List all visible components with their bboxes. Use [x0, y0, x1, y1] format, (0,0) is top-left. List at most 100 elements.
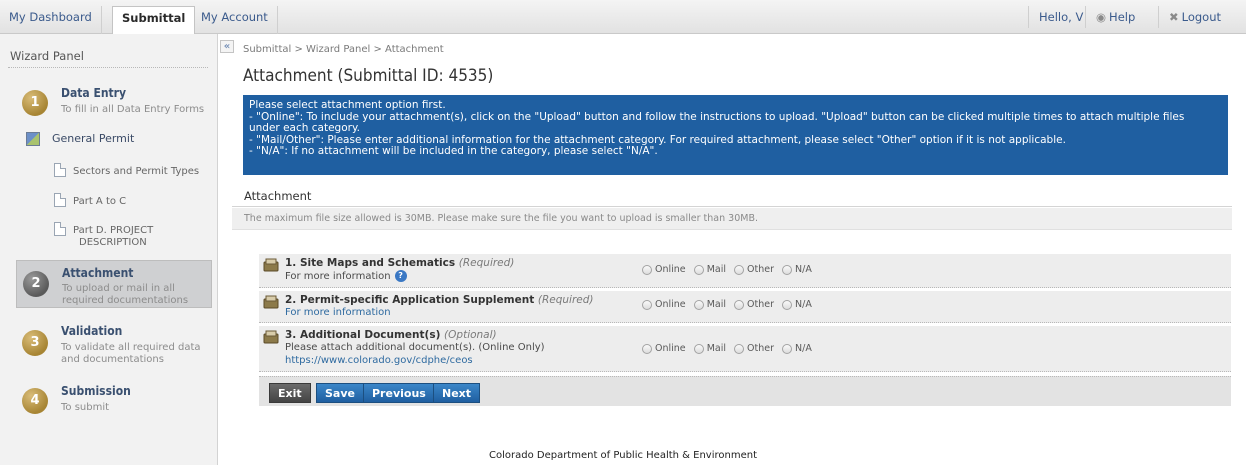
- radio-icon[interactable]: [642, 343, 652, 354]
- logout-icon: ✖: [1169, 10, 1179, 24]
- step-title: Submission: [61, 384, 131, 398]
- instructions-box: Please select attachment option first. -…: [243, 95, 1228, 175]
- row-title: 2. Permit-specific Application Supplemen…: [285, 294, 594, 306]
- required-tag: (Required): [537, 294, 594, 306]
- step-attachment[interactable]: 2 Attachment To upload or mail in all re…: [16, 260, 212, 308]
- help-link[interactable]: ◉ Help: [1085, 6, 1145, 28]
- attachment-options: Online Mail Other N/A: [642, 299, 817, 310]
- general-permit-item[interactable]: General Permit: [26, 131, 206, 149]
- option-label: Mail: [706, 264, 726, 275]
- radio-icon[interactable]: [642, 264, 652, 275]
- save-button[interactable]: Save: [316, 383, 364, 403]
- instruction-line: - "N/A": If no attachment will be includ…: [249, 146, 658, 157]
- radio-icon[interactable]: [734, 343, 745, 354]
- optional-tag: (Optional): [444, 329, 497, 341]
- option-label: Online: [655, 299, 686, 310]
- step-description-line2: required documentations: [62, 295, 189, 306]
- option-na[interactable]: N/A: [782, 264, 812, 275]
- attachment-row-additional-documents: 3. Additional Document(s) (Optional) Ple…: [259, 326, 1231, 372]
- option-label: N/A: [795, 264, 812, 275]
- option-other[interactable]: Other: [734, 343, 774, 354]
- attachment-options: Online Mail Other N/A: [642, 264, 817, 275]
- step-description: To fill in all Data Entry Forms: [61, 104, 205, 115]
- footer: Colorado Department of Public Health & E…: [488, 450, 757, 461]
- option-mail[interactable]: Mail: [693, 264, 726, 275]
- subitem-part-d[interactable]: Part D. PROJECT DESCRIPTION: [54, 221, 214, 251]
- step-submission[interactable]: 4 Submission To submit: [16, 382, 212, 418]
- exit-button[interactable]: Exit: [269, 383, 311, 403]
- page-title: Attachment (Submittal ID: 4535): [243, 66, 494, 86]
- step-title: Data Entry: [61, 86, 127, 100]
- option-other[interactable]: Other: [734, 264, 774, 275]
- next-button[interactable]: Next: [433, 383, 481, 403]
- more-info-link[interactable]: For more information: [285, 307, 391, 318]
- wizard-panel-title: Wizard Panel: [10, 49, 84, 63]
- help-icon: ◉: [1096, 10, 1107, 24]
- step-title: Validation: [61, 324, 123, 338]
- radio-icon[interactable]: [642, 299, 652, 310]
- radio-icon[interactable]: [693, 343, 704, 354]
- instruction-line: - "Mail/Other": Please enter additional …: [249, 134, 1066, 146]
- option-other[interactable]: Other: [734, 299, 774, 310]
- option-label: Other: [747, 343, 774, 354]
- step-description: To submit: [61, 402, 110, 413]
- subitem-part-a-to-c[interactable]: Part A to C: [54, 192, 214, 210]
- option-label: Online: [655, 343, 686, 354]
- more-info-line: For more information?: [285, 270, 407, 282]
- option-na[interactable]: N/A: [782, 299, 812, 310]
- logout-link[interactable]: ✖ Logout: [1158, 6, 1231, 28]
- radio-icon[interactable]: [782, 264, 793, 275]
- ceos-link[interactable]: https://www.colorado.gov/cdphe/ceos: [285, 355, 473, 366]
- step-description-line2: and documentations: [61, 354, 164, 365]
- step-data-entry[interactable]: 1 Data Entry To fill in all Data Entry F…: [16, 84, 212, 124]
- subitem-sectors[interactable]: Sectors and Permit Types: [54, 162, 214, 180]
- divider: [8, 67, 208, 68]
- radio-icon[interactable]: [693, 299, 704, 310]
- step-title: Attachment: [62, 266, 134, 280]
- step-number-4: 4: [22, 388, 48, 414]
- attachment-row-permit-supplement: 2. Permit-specific Application Supplemen…: [259, 291, 1231, 323]
- option-online[interactable]: Online: [642, 299, 686, 310]
- help-question-icon[interactable]: ?: [394, 270, 407, 282]
- previous-button[interactable]: Previous: [363, 383, 435, 403]
- collapse-sidebar-button[interactable]: «: [220, 40, 234, 53]
- row-title: 3. Additional Document(s) (Optional): [285, 329, 497, 341]
- radio-icon[interactable]: [782, 343, 793, 354]
- step-validation[interactable]: 3 Validation To validate all required da…: [16, 322, 212, 365]
- help-label: Help: [1109, 10, 1136, 24]
- user-greeting[interactable]: Hello, V: [1028, 6, 1093, 28]
- instruction-line: under each category.: [249, 123, 360, 134]
- tab-submittal[interactable]: Submittal: [112, 6, 196, 34]
- section-header: Attachment: [232, 187, 1232, 207]
- attachment-icon: [263, 330, 279, 344]
- option-label: N/A: [795, 343, 812, 354]
- radio-icon[interactable]: [693, 264, 704, 275]
- document-icon: [54, 222, 66, 236]
- radio-icon[interactable]: [734, 264, 745, 275]
- radio-icon[interactable]: [782, 299, 793, 310]
- instruction-line: Please select attachment option first.: [249, 100, 446, 111]
- attachment-options: Online Mail Other N/A: [642, 343, 817, 354]
- option-mail[interactable]: Mail: [693, 299, 726, 310]
- attachment-icon: [263, 295, 279, 309]
- row-title-text: 2. Permit-specific Application Supplemen…: [285, 294, 535, 306]
- option-mail[interactable]: Mail: [693, 343, 726, 354]
- step-number-2: 2: [23, 271, 49, 297]
- subitem-label: Sectors and Permit Types: [73, 166, 200, 177]
- more-info-text: For more information: [285, 271, 391, 282]
- option-na[interactable]: N/A: [782, 343, 812, 354]
- logout-label: Logout: [1181, 10, 1222, 24]
- option-online[interactable]: Online: [642, 343, 686, 354]
- tab-my-account[interactable]: My Account: [192, 6, 278, 34]
- option-online[interactable]: Online: [642, 264, 686, 275]
- option-label: Other: [747, 299, 774, 310]
- general-permit-label: General Permit: [52, 132, 135, 145]
- breadcrumb: Submittal > Wizard Panel > Attachment: [243, 44, 444, 55]
- step-number-3: 3: [22, 330, 48, 356]
- row-instruction: Please attach additional document(s). (O…: [285, 342, 545, 353]
- radio-icon[interactable]: [734, 299, 745, 310]
- subitem-label-line2: DESCRIPTION: [79, 237, 147, 248]
- instruction-line: - "Online": To include your attachment(s…: [249, 111, 1185, 123]
- top-nav-bar: My Dashboard Submittal My Account Hello,…: [0, 0, 1246, 34]
- tab-my-dashboard[interactable]: My Dashboard: [0, 6, 102, 34]
